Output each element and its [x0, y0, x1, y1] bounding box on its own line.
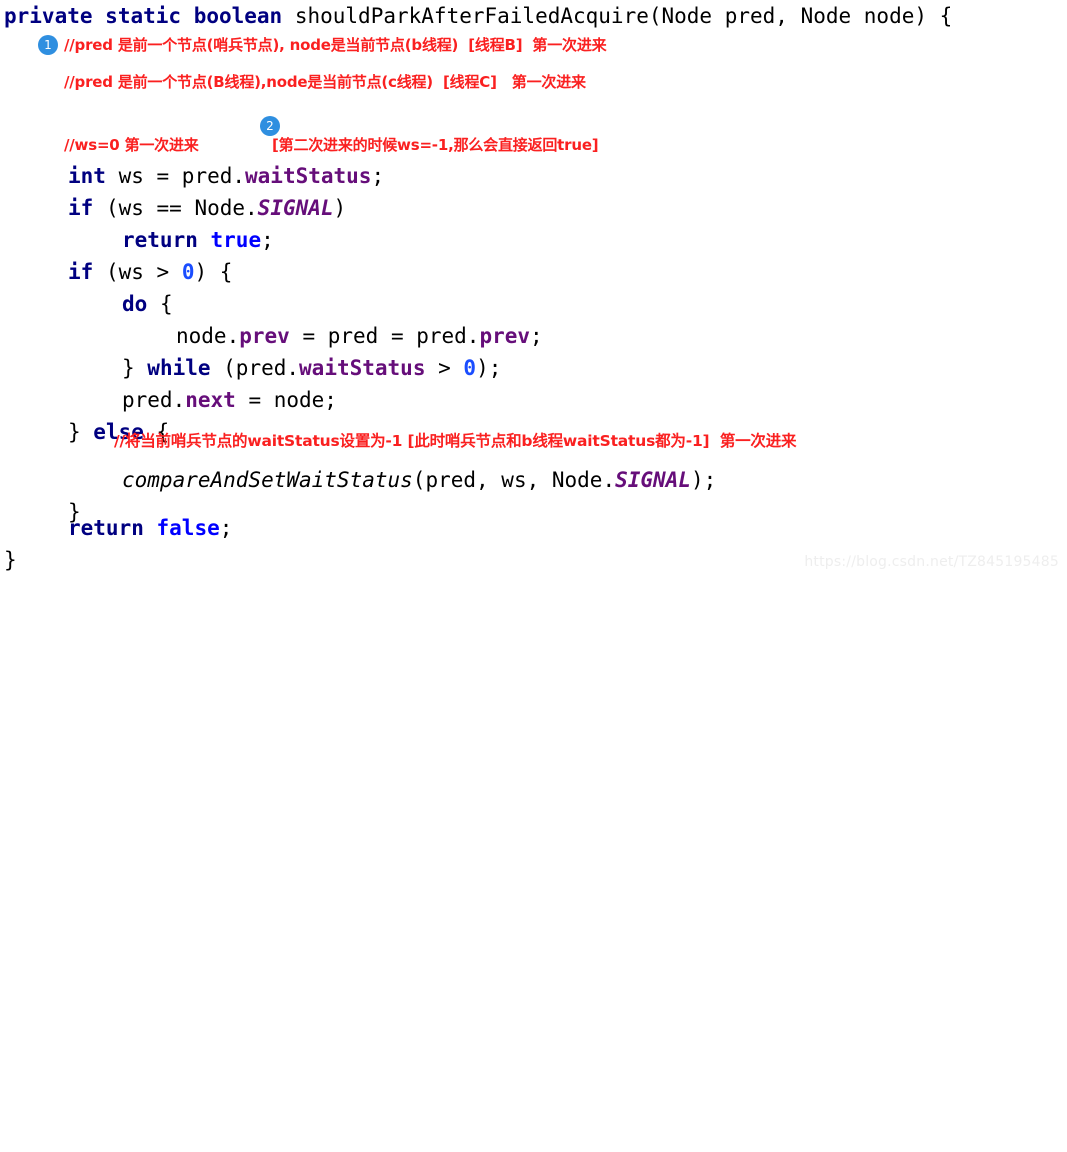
token-assign-mid: = pred = pred. — [289, 324, 480, 348]
annotation-badge-1: 1 — [38, 35, 58, 55]
annotation-badge-2: 2 — [260, 116, 280, 136]
token-node-dot: node. — [176, 324, 240, 348]
token-keyword-return: return — [122, 228, 198, 252]
token-keyword-if: if — [68, 196, 94, 220]
token-literal-true: true — [210, 228, 262, 252]
token-method-signature-rest: shouldParkAfterFailedAcquire(Node pred, … — [282, 4, 953, 28]
token-keyword-while: while — [147, 356, 211, 380]
code-line-if-ws-gt-zero: if (ws > 0) { — [68, 256, 232, 288]
token-brace-open: ) { — [194, 260, 233, 284]
token-field-waitstatus: waitStatus — [245, 164, 372, 188]
token-operator-gt: > — [425, 356, 464, 380]
token-args-mid: (pred, ws, Node. — [412, 468, 616, 492]
code-line-while: } while (pred.waitStatus > 0); — [122, 352, 501, 384]
token-cond-mid: (ws > — [93, 260, 182, 284]
token-literal-false: false — [156, 516, 220, 540]
token-paren-close: ) — [333, 196, 347, 220]
token-constant-signal: SIGNAL — [257, 196, 334, 220]
token-keyword-do: do — [122, 292, 148, 316]
token-constant-signal: SIGNAL — [615, 468, 691, 492]
token-brace-close: } — [122, 356, 148, 380]
code-line-if-signal: if (ws == Node.SIGNAL) — [68, 192, 346, 224]
token-keyword-return: return — [68, 516, 144, 540]
token-field-prev: prev — [239, 324, 290, 348]
token-assign-mid: ws = pred. — [105, 164, 246, 188]
token-assign-node: = node; — [235, 388, 337, 412]
token-number-zero: 0 — [181, 260, 195, 284]
code-line-int-ws: int ws = pred.waitStatus; — [68, 160, 384, 192]
annotation-comment-1: //pred 是前一个节点(哨兵节点), node是当前节点(b线程) [线程B… — [64, 36, 607, 54]
token-field-prev: prev — [479, 324, 531, 348]
token-semicolon: ; — [261, 228, 274, 252]
code-line-do: do { — [122, 288, 173, 320]
token-brace-close: } — [68, 420, 94, 444]
token-keyword-static: static — [105, 4, 182, 28]
token-paren-semicolon: ); — [476, 356, 502, 380]
token-number-zero: 0 — [463, 356, 477, 380]
annotation-comment-2: //pred 是前一个节点(B线程),node是当前节点(c线程) [线程C] … — [64, 73, 586, 91]
annotation-comment-set-waitstatus: //将当前哨兵节点的waitStatus设置为-1 [此时哨兵节点和b线程wai… — [114, 432, 797, 450]
code-line-node-prev: node.prev = pred = pred.prev; — [176, 320, 543, 352]
code-line-signature: private static boolean shouldParkAfterFa… — [4, 0, 952, 32]
token-pred-dot: pred. — [122, 388, 186, 412]
annotation-comment-second-entry: [第二次进来的时候ws=-1,那么会直接返回true] — [272, 136, 599, 154]
code-line-return-true: return true; — [122, 224, 274, 256]
token-semicolon: ; — [371, 164, 385, 188]
token-keyword-private: private — [4, 4, 93, 28]
code-line-return-false: return false; — [68, 512, 232, 544]
token-method-compareandsetwaitstatus: compareAndSetWaitStatus — [122, 468, 413, 492]
token-keyword-boolean: boolean — [193, 4, 283, 28]
token-cond-mid: (pred. — [210, 356, 300, 380]
token-brace-open: { — [147, 292, 173, 316]
annotation-comment-ws-zero: //ws=0 第一次进来 — [64, 136, 199, 154]
token-keyword-int: int — [68, 164, 106, 188]
token-paren-semicolon: ); — [690, 468, 717, 492]
code-line-compare-and-set: compareAndSetWaitStatus(pred, ws, Node.S… — [122, 464, 716, 496]
code-line-pred-next: pred.next = node; — [122, 384, 337, 416]
token-semicolon: ; — [219, 516, 233, 540]
code-line-close-method: } — [4, 544, 17, 576]
token-field-next: next — [185, 388, 236, 412]
token-keyword-if: if — [68, 260, 94, 284]
token-field-waitstatus: waitStatus — [299, 356, 426, 380]
watermark: https://blog.csdn.net/TZ845195485 — [804, 554, 1059, 570]
token-cond-mid: (ws == Node. — [93, 196, 258, 220]
token-brace-close: } — [4, 548, 17, 572]
token-semicolon: ; — [530, 324, 543, 348]
